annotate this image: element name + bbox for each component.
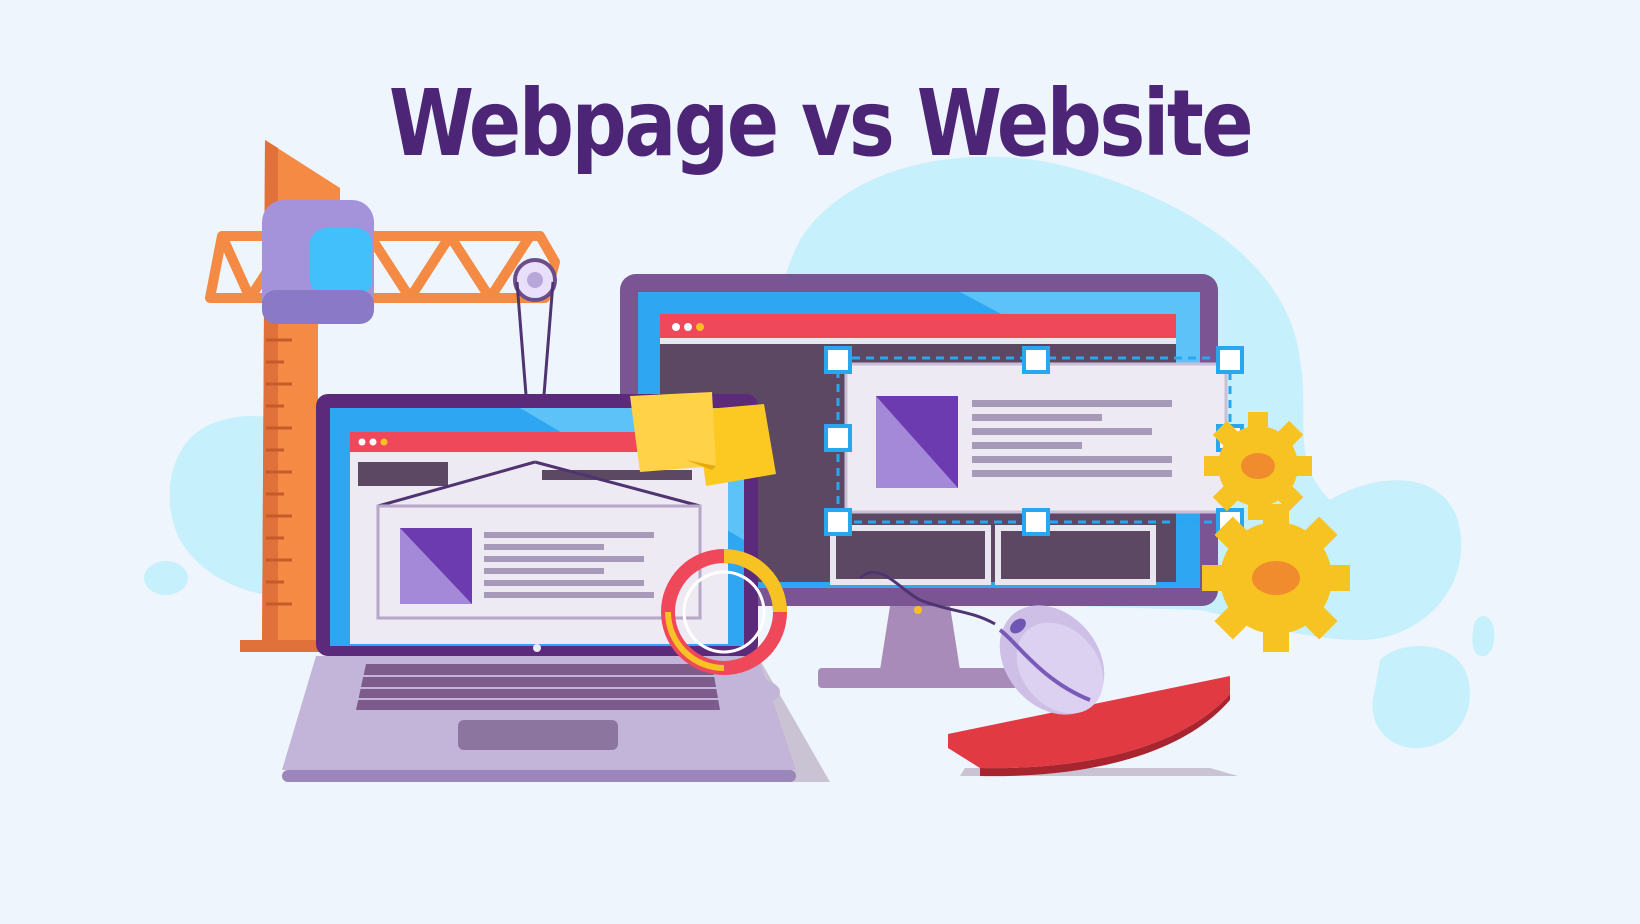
gear-small [1204, 412, 1312, 520]
gears-icon [1202, 412, 1350, 652]
crane-cab-shade [262, 290, 374, 324]
gear-large [1202, 504, 1350, 652]
crane-cab-window [310, 228, 372, 296]
illustration-canvas: Webpage vs Website [0, 0, 1640, 924]
blob-small-left [144, 561, 188, 595]
blob-right-small [1472, 616, 1495, 657]
page-title: Webpage vs Website [388, 70, 1254, 177]
monitor-browser-bar [660, 314, 1176, 338]
monitor-stand [880, 606, 960, 670]
selected-webpage-card [824, 346, 1244, 536]
blob-right-bottom [1372, 646, 1470, 749]
laptop-touchpad [458, 720, 618, 750]
crane-jib [205, 231, 560, 303]
monitor-base [818, 668, 1018, 688]
